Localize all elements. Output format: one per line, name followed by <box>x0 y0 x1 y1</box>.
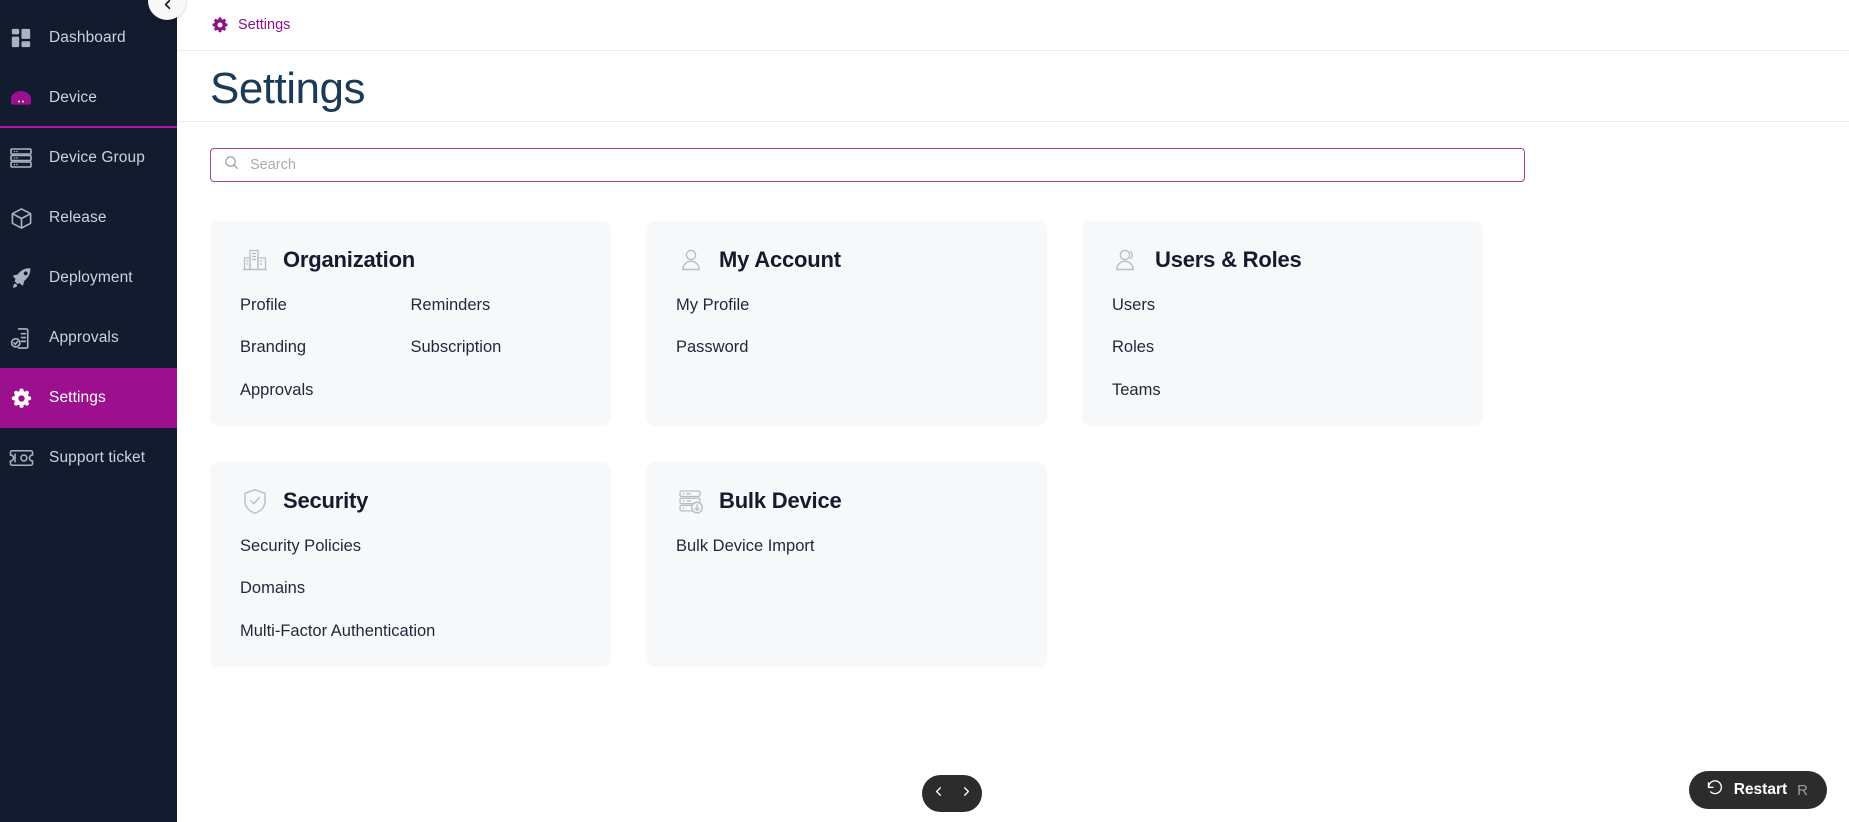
card-link-users[interactable]: Users <box>1112 295 1155 316</box>
card-link-password[interactable]: Password <box>676 337 748 358</box>
sidebar-item-label: Support ticket <box>49 449 146 466</box>
card-title: Organization <box>283 247 416 272</box>
sidebar-item-dashboard[interactable]: Dashboard <box>0 8 177 68</box>
sidebar-item-approvals[interactable]: Approvals <box>0 308 177 368</box>
search-icon <box>224 155 239 175</box>
card-link-reminders[interactable]: Reminders <box>411 295 491 316</box>
card-links: Security Policies Domains Multi-Factor A… <box>240 536 581 642</box>
settings-card-bulk-device: Bulk Device Bulk Device Import <box>646 462 1047 667</box>
card-links: My Profile Password <box>676 295 1017 359</box>
card-link-branding[interactable]: Branding <box>240 337 306 358</box>
card-links: Profile Reminders Branding Subscription … <box>240 295 581 401</box>
card-link-teams[interactable]: Teams <box>1112 380 1161 401</box>
sidebar-item-label: Release <box>49 209 107 226</box>
card-title: My Account <box>719 247 841 272</box>
sidebar-item-label: Approvals <box>49 329 119 346</box>
card-links: Bulk Device Import <box>676 536 1017 557</box>
gear-icon <box>210 16 229 35</box>
card-header: My Account <box>676 245 1017 275</box>
sidebar-item-settings[interactable]: Settings <box>0 368 177 428</box>
app-root: Dashboard Device Device Group Release De <box>0 0 1849 822</box>
breadcrumb-label: Settings <box>238 17 291 33</box>
sidebar-item-label: Dashboard <box>49 29 126 46</box>
chevron-left-icon <box>160 0 175 17</box>
settings-card-security: Security Security Policies Domains Multi… <box>210 462 611 667</box>
building-icon <box>240 245 270 275</box>
settings-card-my-account: My Account My Profile Password <box>646 221 1047 426</box>
card-title: Users & Roles <box>1155 247 1302 272</box>
sidebar-item-device[interactable]: Device <box>0 68 177 128</box>
page-title: Settings <box>210 64 365 113</box>
card-title: Security <box>283 488 369 513</box>
server-import-icon <box>676 486 706 516</box>
card-title: Bulk Device <box>719 488 842 513</box>
device-group-icon <box>7 144 35 172</box>
card-link-roles[interactable]: Roles <box>1112 337 1154 358</box>
page-header: Settings <box>177 51 1849 122</box>
approvals-icon <box>7 324 35 352</box>
search-bar[interactable] <box>210 148 1525 182</box>
release-box-icon <box>7 204 35 232</box>
main-area: Settings Settings Org <box>177 0 1849 822</box>
sidebar-item-label: Deployment <box>49 269 133 286</box>
gear-icon <box>7 384 35 412</box>
users-icon <box>1112 245 1142 275</box>
card-header: Bulk Device <box>676 486 1017 516</box>
sidebar-item-device-group[interactable]: Device Group <box>0 128 177 188</box>
card-link-mfa[interactable]: Multi-Factor Authentication <box>240 621 435 642</box>
topbar: Settings <box>177 0 1849 51</box>
restart-icon <box>1706 779 1724 802</box>
chevron-right-icon <box>959 784 974 804</box>
restart-button[interactable]: Restart R <box>1688 771 1827 809</box>
pager-prev-button[interactable] <box>927 781 949 807</box>
card-link-approvals[interactable]: Approvals <box>240 380 313 401</box>
settings-card-grid: Organization Profile Reminders Branding … <box>210 221 1813 667</box>
sidebar-item-deployment[interactable]: Deployment <box>0 248 177 308</box>
card-link-domains[interactable]: Domains <box>240 578 305 599</box>
card-link-bulk-device-import[interactable]: Bulk Device Import <box>676 536 814 557</box>
card-link-subscription[interactable]: Subscription <box>411 337 502 358</box>
settings-card-users-roles: Users & Roles Users Roles Teams <box>1082 221 1483 426</box>
sidebar-item-label: Device Group <box>49 149 145 166</box>
sidebar: Dashboard Device Device Group Release De <box>0 0 186 822</box>
card-link-security-policies[interactable]: Security Policies <box>240 536 361 557</box>
ticket-icon <box>7 444 35 472</box>
sidebar-item-label: Settings <box>49 389 106 406</box>
sidebar-item-support-ticket[interactable]: Support ticket <box>0 428 177 488</box>
carousel-pager <box>922 775 982 812</box>
sidebar-item-label: Device <box>49 89 97 106</box>
dashboard-icon <box>7 24 35 52</box>
content-area: Organization Profile Reminders Branding … <box>177 122 1849 667</box>
card-link-my-profile[interactable]: My Profile <box>676 295 749 316</box>
shield-check-icon <box>240 486 270 516</box>
breadcrumb[interactable]: Settings <box>210 16 290 35</box>
card-header: Organization <box>240 245 581 275</box>
chevron-left-icon <box>931 784 946 804</box>
card-header: Users & Roles <box>1112 245 1453 275</box>
search-input[interactable] <box>250 157 1511 173</box>
card-link-profile[interactable]: Profile <box>240 295 287 316</box>
rocket-icon <box>7 264 35 292</box>
restart-label: Restart <box>1733 781 1788 798</box>
device-icon <box>7 84 35 112</box>
sidebar-item-release[interactable]: Release <box>0 188 177 248</box>
card-header: Security <box>240 486 581 516</box>
pager-next-button[interactable] <box>955 781 977 807</box>
restart-shortcut: R <box>1797 781 1808 799</box>
card-links: Users Roles Teams <box>1112 295 1453 401</box>
settings-card-organization: Organization Profile Reminders Branding … <box>210 221 611 426</box>
user-icon <box>676 245 706 275</box>
